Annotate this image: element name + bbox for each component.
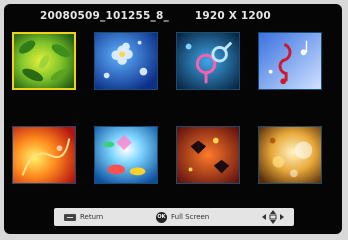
butterflies-image	[177, 127, 239, 183]
return-key-icon	[64, 213, 76, 221]
thumbnail-colorful-fish[interactable]	[94, 126, 158, 184]
music-notes-image	[259, 33, 321, 89]
thumbnail-blue-flowers[interactable]	[94, 32, 158, 90]
control-hint-bar: Return OK Full Screen	[54, 208, 294, 226]
fullscreen-hint[interactable]: OK Full Screen	[155, 211, 210, 223]
thumbnail-music-notes[interactable]	[258, 32, 322, 90]
thumbnail-golden-bubbles[interactable]	[258, 126, 322, 184]
thumbnail-fire-swirl[interactable]	[12, 126, 76, 184]
gender-symbols-image	[177, 33, 239, 89]
fire-swirl-image	[13, 127, 75, 183]
blue-flowers-image	[95, 33, 157, 89]
thumbnail-grid	[4, 4, 342, 234]
tv-screen: 20080509_101255_8_ 1920 X 1200 Return OK…	[4, 4, 342, 234]
fullscreen-label: Full Screen	[170, 213, 210, 221]
return-hint[interactable]: Return	[64, 213, 103, 221]
green-leaves-image	[14, 34, 74, 88]
navigate-hint	[262, 210, 284, 224]
ok-button-icon: OK	[155, 211, 167, 223]
thumbnail-gender-symbols[interactable]	[176, 32, 240, 90]
colorful-fish-image	[95, 127, 157, 183]
thumbnail-green-leaves[interactable]	[12, 32, 76, 90]
return-label: Return	[80, 213, 104, 221]
thumbnail-butterflies[interactable]	[176, 126, 240, 184]
golden-bubbles-image	[259, 127, 321, 183]
four-way-arrows-icon	[262, 210, 284, 224]
